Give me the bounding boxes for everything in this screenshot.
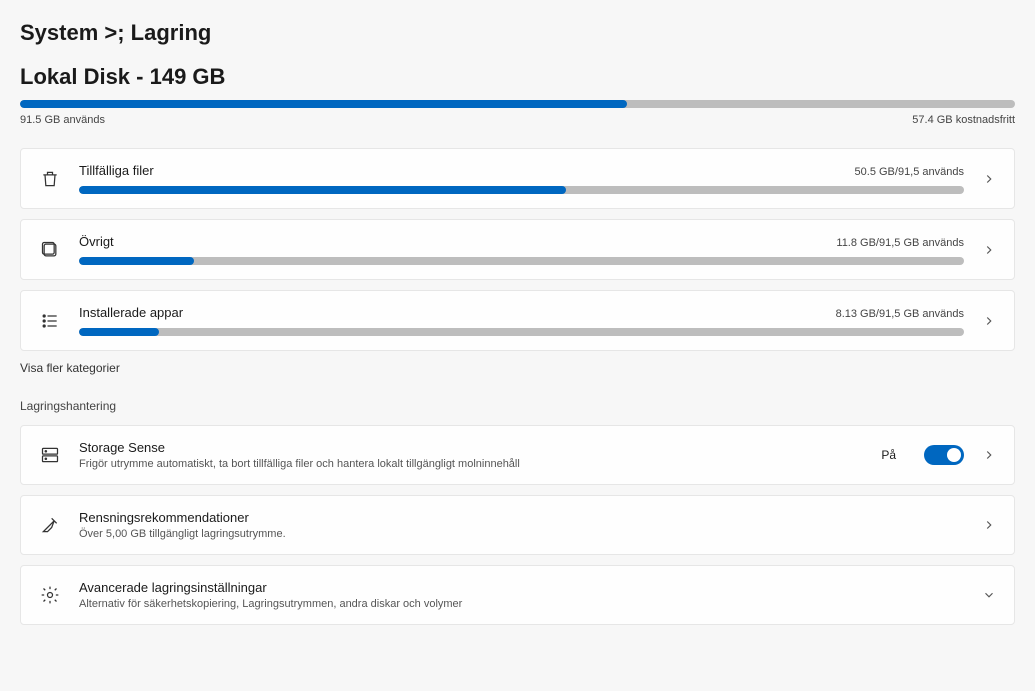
- disk-title: Lokal Disk - 149 GB: [20, 64, 1015, 90]
- free-label: 57.4 GB kostnadsfritt: [912, 114, 1015, 126]
- chevron-right-icon: [982, 448, 996, 462]
- disk-usage-bar: [20, 100, 1015, 108]
- chevron-right-icon: [982, 172, 996, 186]
- chevron-down-icon: [982, 588, 996, 602]
- chevron-right-icon: [982, 314, 996, 328]
- chevron-right-icon: [982, 243, 996, 257]
- category-bar: [79, 186, 964, 194]
- advanced-desc: Alternativ för säkerhetskopiering, Lagri…: [79, 598, 964, 610]
- cleanup-title: Rensningsrekommendationer: [79, 510, 964, 525]
- category-bar: [79, 328, 964, 336]
- category-stat: 11.8 GB/91,5 GB används: [836, 237, 964, 249]
- show-more-categories-link[interactable]: Visa fler kategorier: [20, 361, 1015, 375]
- trash-icon: [39, 168, 61, 190]
- gear-icon: [39, 584, 61, 606]
- storage-sense-desc: Frigör utrymme automatiskt, ta bort till…: [79, 458, 863, 470]
- storage-sense-state: På: [881, 448, 896, 462]
- cleanup-desc: Över 5,00 GB tillgängligt lagringsutrymm…: [79, 528, 964, 540]
- storage-sense-toggle[interactable]: [924, 445, 964, 465]
- category-bar: [79, 257, 964, 265]
- category-title: Installerade appar: [79, 305, 183, 320]
- category-stat: 50.5 GB/91,5 används: [855, 166, 964, 178]
- mgmt-heading: Lagringshantering: [20, 399, 1015, 413]
- category-stat: 8.13 GB/91,5 GB används: [836, 308, 964, 320]
- category-row[interactable]: Tillfälliga filer 50.5 GB/91,5 används: [20, 148, 1015, 209]
- broom-icon: [39, 514, 61, 536]
- advanced-row[interactable]: Avancerade lagringsinställningar Alterna…: [20, 565, 1015, 625]
- advanced-title: Avancerade lagringsinställningar: [79, 580, 964, 595]
- chevron-right-icon: [982, 518, 996, 532]
- box-icon: [39, 239, 61, 261]
- disk-usage-fill: [20, 100, 627, 108]
- category-title: Övrigt: [79, 234, 114, 249]
- cleanup-row[interactable]: Rensningsrekommendationer Över 5,00 GB t…: [20, 495, 1015, 555]
- storage-sense-title: Storage Sense: [79, 440, 863, 455]
- storage-sense-row[interactable]: Storage Sense Frigör utrymme automatiskt…: [20, 425, 1015, 485]
- drive-icon: [39, 444, 61, 466]
- breadcrumb[interactable]: System >; Lagring: [20, 20, 1015, 46]
- list-icon: [39, 310, 61, 332]
- category-title: Tillfälliga filer: [79, 163, 154, 178]
- category-row[interactable]: Övrigt 11.8 GB/91,5 GB används: [20, 219, 1015, 280]
- used-label: 91.5 GB används: [20, 114, 105, 126]
- category-row[interactable]: Installerade appar 8.13 GB/91,5 GB använd…: [20, 290, 1015, 351]
